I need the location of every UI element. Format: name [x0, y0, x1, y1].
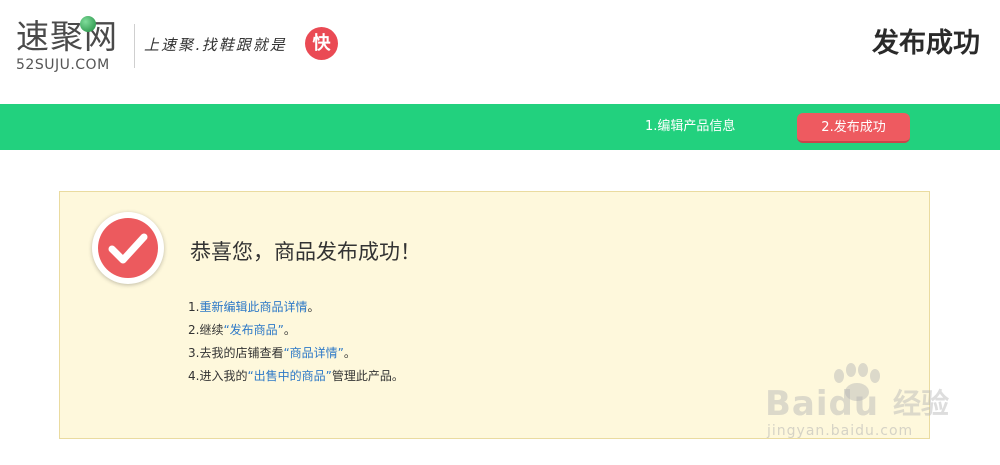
- next-step-prefix: 2.继续: [188, 323, 224, 337]
- step-edit-info[interactable]: 1.编辑产品信息: [645, 104, 735, 150]
- next-step-item: 3.去我的店铺查看“商品详情”。: [188, 342, 404, 365]
- next-step-prefix: 3.去我的店铺查看: [188, 346, 284, 360]
- next-step-prefix: 1.: [188, 300, 200, 314]
- success-badge: [92, 212, 164, 284]
- publish-product-link[interactable]: “发布商品”: [223, 323, 283, 337]
- next-step-suffix: 。: [283, 323, 296, 337]
- product-details-link[interactable]: “商品详情”: [283, 346, 343, 360]
- next-step-suffix: 管理此产品。: [331, 369, 404, 383]
- page-title: 发布成功: [872, 28, 980, 59]
- logo-divider: [134, 24, 135, 68]
- next-step-item: 4.进入我的“出售中的商品”管理此产品。: [188, 365, 404, 388]
- re-edit-product-link[interactable]: 重新编辑此商品详情: [199, 300, 307, 314]
- next-steps-list: 1.重新编辑此商品详情。 2.继续“发布商品”。 3.去我的店铺查看“商品详情”…: [188, 296, 404, 388]
- slogan-text: 上速聚.找鞋跟就是: [144, 36, 287, 54]
- step-publish-success[interactable]: 2.发布成功: [797, 113, 910, 143]
- next-step-item: 1.重新编辑此商品详情。: [188, 296, 404, 319]
- site-logo[interactable]: 速聚网 52SUJU.COM: [14, 16, 132, 74]
- green-ball-icon: [80, 16, 96, 32]
- next-step-suffix: 。: [307, 300, 320, 314]
- products-on-sale-link[interactable]: “出售中的商品”: [247, 369, 331, 383]
- next-step-item: 2.继续“发布商品”。: [188, 319, 404, 342]
- success-panel: 恭喜您，商品发布成功！ 1.重新编辑此商品详情。 2.继续“发布商品”。 3.去…: [59, 191, 930, 439]
- logo-domain-text: 52SUJU.COM: [16, 57, 110, 73]
- logo-chinese-text: 速聚网: [16, 17, 118, 56]
- step-progress-bar: 1.编辑产品信息 2.发布成功: [0, 104, 1000, 150]
- check-circle-icon: [98, 218, 158, 278]
- success-headline: 恭喜您，商品发布成功！: [190, 240, 421, 264]
- site-header: 速聚网 52SUJU.COM 上速聚.找鞋跟就是 快 发布成功: [0, 0, 1000, 104]
- slogan-badge: 快: [305, 27, 338, 60]
- next-step-suffix: 。: [343, 346, 356, 360]
- next-step-prefix: 4.进入我的: [188, 369, 248, 383]
